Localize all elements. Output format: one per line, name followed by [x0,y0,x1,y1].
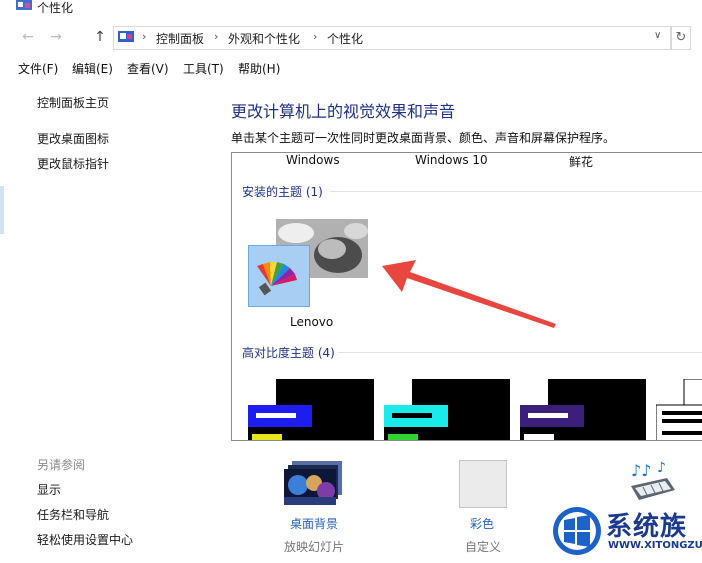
high-contrast-theme-2[interactable] [384,379,510,441]
divider [330,191,702,192]
svg-text:♪♪: ♪♪ [631,461,651,480]
up-button[interactable]: ↑ [90,28,110,46]
svg-text:♪: ♪ [657,460,666,476]
link-display[interactable]: 显示 [37,481,61,498]
sounds-icon[interactable]: ♪♪ ♪ [627,460,677,505]
menu-edit[interactable]: 编辑(E) [72,60,113,77]
theme-windows-10[interactable]: Windows 10 [415,153,488,167]
menu-tools[interactable]: 工具(T) [183,60,224,77]
breadcrumb-appearance[interactable]: 外观和个性化 [228,30,300,47]
theme-windows[interactable]: Windows [286,153,340,167]
annotation-arrow-icon [382,260,556,328]
high-contrast-heading: 高对比度主题 (4) [242,346,335,360]
color-swatch[interactable] [459,460,507,508]
title-bar: 个性化 [0,0,702,18]
back-button[interactable]: ← [18,28,38,46]
link-control-panel-home[interactable]: 控制面板主页 [37,94,109,111]
menu-help[interactable]: 帮助(H) [238,60,280,77]
link-change-desktop-icons[interactable]: 更改桌面图标 [37,130,109,147]
breadcrumb-control-panel[interactable]: 控制面板 [156,30,204,47]
watermark-url: WWW.XITONGZU.COM [608,540,702,551]
address-bar[interactable]: › 控制面板 › 外观和个性化 › 个性化 ∨ [113,26,671,50]
desktop-background-status: 放映幻灯片 [284,540,345,554]
link-taskbar-navigation[interactable]: 任务栏和导航 [37,506,109,523]
high-contrast-theme-3[interactable] [520,379,646,441]
lenovo-theme-color-tile[interactable] [248,245,310,307]
desktop-background-icon[interactable] [284,461,344,505]
menu-view[interactable]: 查看(V) [127,60,169,77]
installed-themes-heading: 安装的主题 (1) [242,185,323,199]
windows-logo-icon [553,507,601,555]
chevron-down-icon[interactable]: ∨ [654,30,661,41]
breadcrumb-personalization[interactable]: 个性化 [327,30,363,47]
personalization-window-icon [16,0,32,10]
divider [338,352,702,353]
breadcrumb-separator: › [142,30,147,43]
breadcrumb-separator: › [214,30,219,43]
refresh-icon[interactable]: ↻ [671,26,691,50]
desktop-background-link[interactable]: 桌面背景 [290,515,338,532]
color-status: 自定义 [465,540,502,554]
see-also-heading: 另请参阅 [37,458,86,472]
link-change-mouse-pointers[interactable]: 更改鼠标指针 [37,155,109,172]
theme-flowers[interactable]: 鲜花 [569,153,593,170]
breadcrumb-separator: › [313,30,318,43]
link-ease-of-access[interactable]: 轻松使用设置中心 [37,531,133,548]
high-contrast-theme-1[interactable] [248,379,374,441]
control-panel-icon [118,31,134,42]
page-title: 更改计算机上的视觉效果和声音 [231,102,456,121]
color-palette-icon [257,262,297,296]
high-contrast-theme-white[interactable] [656,379,702,441]
color-link[interactable]: 彩色 [470,515,494,532]
watermark-title: 系统族 [606,512,688,542]
forward-button[interactable]: → [46,28,66,46]
page-description: 单击某个主题可一次性同时更改桌面背景、颜色、声音和屏幕保护程序。 [231,131,616,145]
watermark: 系统族 WWW.XITONGZU.COM [548,500,702,563]
window-title: 个性化 [37,1,74,15]
menu-file[interactable]: 文件(F) [18,60,58,77]
lenovo-theme-label[interactable]: Lenovo [290,315,333,329]
pane-edge-highlight [0,186,4,234]
